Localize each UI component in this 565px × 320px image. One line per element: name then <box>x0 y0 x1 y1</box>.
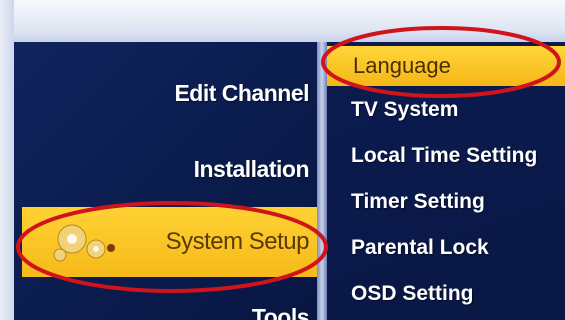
tv-bezel-top <box>0 0 565 42</box>
submenu-item-osd-setting[interactable]: OSD Setting <box>351 282 474 306</box>
submenu-item-label: Language <box>353 53 451 78</box>
menu-item-system-setup[interactable]: System Setup <box>22 207 317 277</box>
submenu-item-parental-lock[interactable]: Parental Lock <box>351 236 489 260</box>
tv-bezel-left <box>0 0 14 320</box>
submenu-item-language[interactable]: Language <box>327 46 565 86</box>
submenu-item-local-time-setting[interactable]: Local Time Setting <box>351 144 537 168</box>
menu-item-label: Tools <box>251 304 310 320</box>
menu-item-installation[interactable]: Installation <box>193 156 310 183</box>
menu-item-label: Edit Channel <box>174 80 309 106</box>
submenu-item-label: TV System <box>351 98 459 121</box>
menu-item-label: Installation <box>193 156 310 182</box>
menu-divider <box>317 42 327 320</box>
submenu-item-timer-setting[interactable]: Timer Setting <box>351 190 485 214</box>
submenu-item-label: Parental Lock <box>351 236 489 259</box>
menu-item-label: System Setup <box>165 228 310 255</box>
gears-icon <box>53 224 115 262</box>
submenu-item-label: OSD Setting <box>351 282 474 305</box>
menu-item-tools[interactable]: Tools <box>251 304 310 320</box>
tv-screen-photo: Edit Channel Installation System Setup T… <box>0 0 565 320</box>
menu-item-edit-channel[interactable]: Edit Channel <box>174 80 309 107</box>
main-menu: Edit Channel Installation System Setup T… <box>14 42 317 320</box>
submenu-item-label: Timer Setting <box>351 190 485 213</box>
submenu-item-tv-system[interactable]: TV System <box>351 98 458 122</box>
submenu-item-label: Local Time Setting <box>351 144 538 167</box>
submenu: Language TV System Local Time Setting Ti… <box>327 42 565 320</box>
